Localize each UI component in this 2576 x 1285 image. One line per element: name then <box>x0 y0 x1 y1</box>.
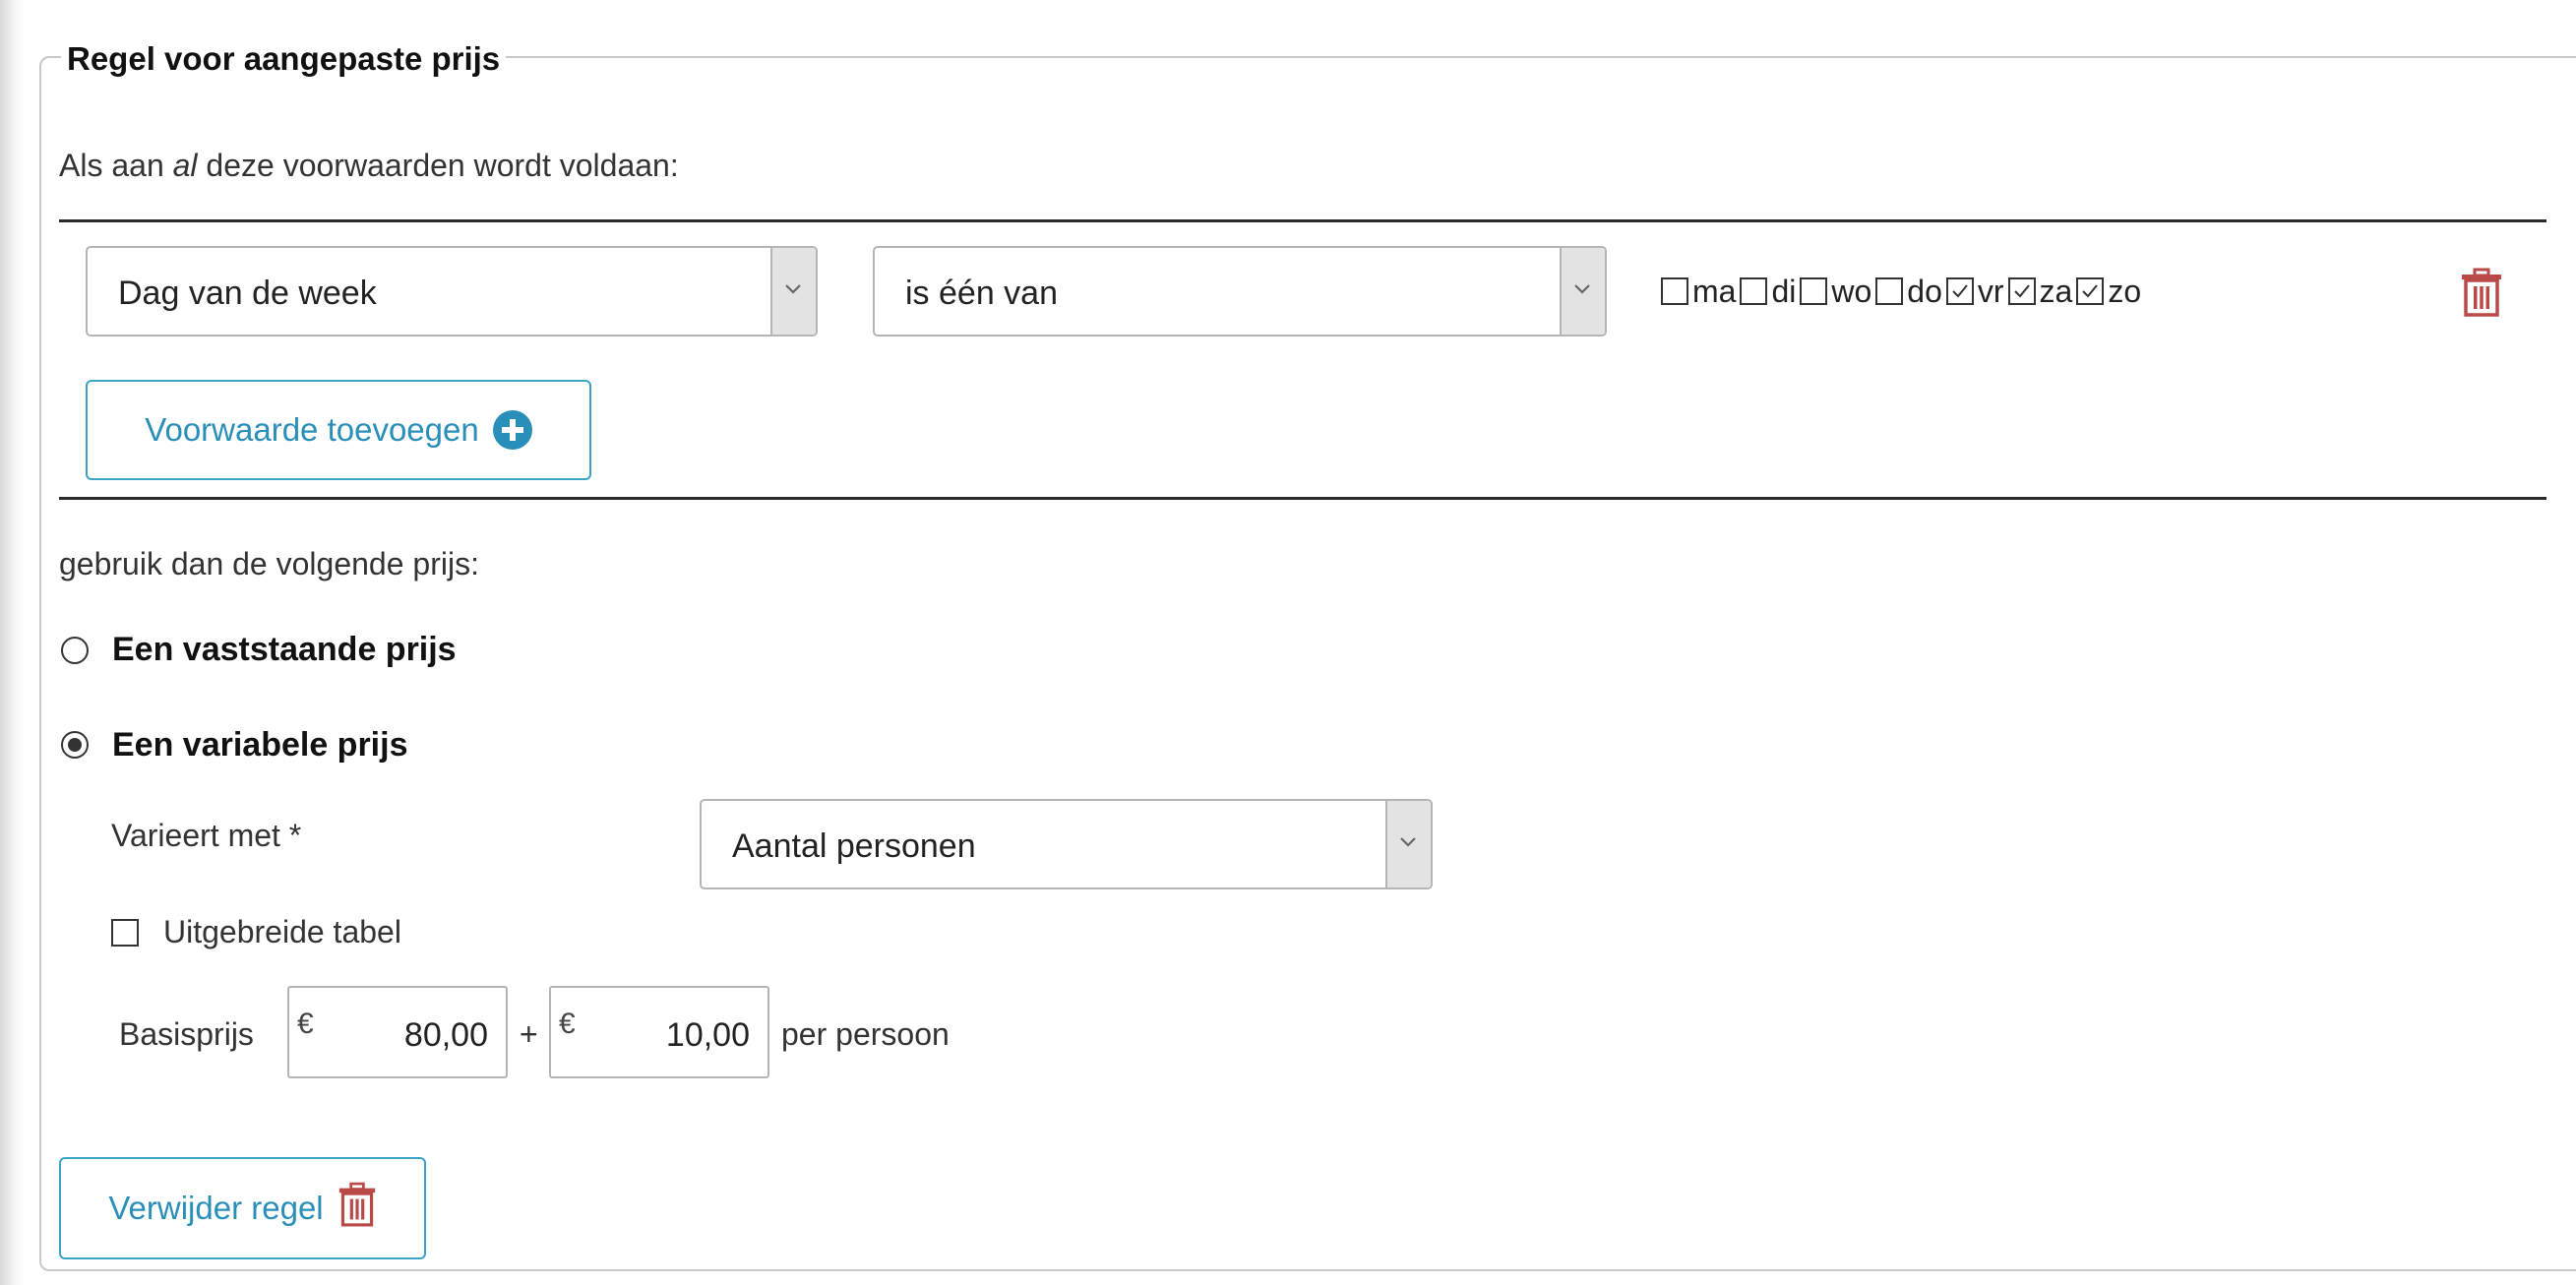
conditions-intro-prefix: Als aan <box>59 148 173 183</box>
weekday-checkbox[interactable] <box>2076 277 2105 305</box>
weekday-option-wo[interactable]: wo <box>1800 272 1871 311</box>
add-condition-label: Voorwaarde toevoegen <box>145 411 479 448</box>
per-person-price-value: 10,00 <box>665 1016 750 1054</box>
price-intro: gebruik dan de volgende prijs: <box>59 546 479 581</box>
add-condition-button[interactable]: Voorwaarde toevoegen <box>86 380 591 480</box>
weekday-label: wo <box>1831 274 1872 309</box>
condition-field-select[interactable]: Dag van de week <box>86 246 818 337</box>
conditions-top-divider <box>59 219 2546 222</box>
chevron-down-icon <box>770 248 816 335</box>
plus-circle-icon <box>492 410 532 450</box>
condition-operator-value: is één van <box>905 275 1058 312</box>
euro-currency-symbol: € <box>559 1008 576 1040</box>
weekday-checkboxes: ma di wo do vr za zo <box>1661 272 2145 311</box>
weekday-option-ma[interactable]: ma <box>1661 272 1736 311</box>
base-price-value: 80,00 <box>403 1016 488 1054</box>
fixed-price-label[interactable]: Een vaststaande prijs <box>112 630 457 669</box>
condition-operator-select[interactable]: is één van <box>873 246 1607 337</box>
extended-table-checkbox[interactable] <box>111 919 139 947</box>
varies-with-label: Varieert met * <box>111 818 302 853</box>
plus-sign: + <box>520 1016 538 1052</box>
variable-price-radio[interactable] <box>61 731 89 759</box>
weekday-label: vr <box>1977 274 2004 309</box>
trash-icon <box>337 1182 377 1235</box>
weekday-option-do[interactable]: do <box>1875 272 1942 311</box>
varies-with-select[interactable]: Aantal personen <box>700 799 1433 889</box>
euro-currency-symbol: € <box>297 1008 314 1040</box>
conditions-intro-suffix: deze voorwaarden wordt voldaan: <box>197 148 679 183</box>
weekday-option-za[interactable]: za <box>2007 272 2073 311</box>
per-person-label: per persoon <box>781 1016 950 1052</box>
weekday-checkbox[interactable] <box>1661 277 1688 305</box>
extended-table-label[interactable]: Uitgebreide tabel <box>163 912 401 951</box>
weekday-label: di <box>1771 274 1797 309</box>
chevron-down-icon <box>1385 801 1431 887</box>
variable-price-label[interactable]: Een variabele prijs <box>112 725 408 765</box>
weekday-checkbox[interactable] <box>1740 277 1768 305</box>
conditions-intro: Als aan al deze voorwaarden wordt voldaa… <box>59 146 679 185</box>
weekday-option-vr[interactable]: vr <box>1945 272 2004 311</box>
chevron-down-icon <box>1560 248 1605 335</box>
base-price-input[interactable]: € 80,00 <box>287 986 508 1078</box>
conditions-bottom-divider <box>59 497 2546 500</box>
weekday-checkbox[interactable] <box>1800 277 1828 305</box>
condition-field-value: Dag van de week <box>118 275 377 312</box>
weekday-label: do <box>1907 274 1942 309</box>
weekday-option-di[interactable]: di <box>1740 272 1796 311</box>
weekday-checkbox[interactable] <box>1945 277 1974 305</box>
per-person-price-input[interactable]: € 10,00 <box>549 986 769 1078</box>
conditions-intro-emphasis: al <box>172 148 198 183</box>
weekday-checkbox[interactable] <box>2007 277 2036 305</box>
left-shadow <box>0 0 26 1285</box>
weekday-label: zo <box>2108 274 2142 309</box>
fixed-price-radio[interactable] <box>61 637 89 664</box>
weekday-option-zo[interactable]: zo <box>2076 272 2141 311</box>
base-price-label: Basisprijs <box>119 1016 254 1052</box>
remove-rule-label: Verwijder regel <box>108 1190 324 1226</box>
rule-legend: Regel voor aangepaste prijs <box>61 39 507 79</box>
custom-price-rule-page: Regel voor aangepaste prijs Als aan al d… <box>0 0 2576 1285</box>
delete-condition-trash-icon[interactable] <box>2460 268 2503 322</box>
weekday-label: za <box>2039 274 2073 309</box>
weekday-checkbox[interactable] <box>1875 277 1904 305</box>
remove-rule-button[interactable]: Verwijder regel <box>59 1157 426 1259</box>
weekday-label: ma <box>1692 274 1737 309</box>
varies-with-value: Aantal personen <box>732 827 976 865</box>
